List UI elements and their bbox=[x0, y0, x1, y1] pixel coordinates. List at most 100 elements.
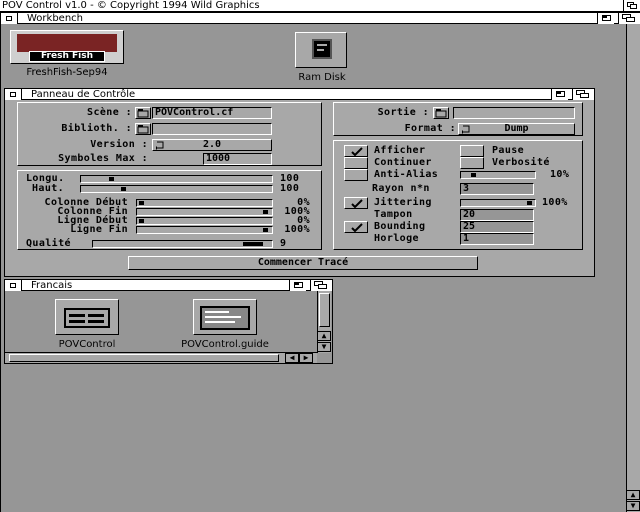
jittering-checkbox[interactable] bbox=[344, 197, 368, 209]
cycle-icon bbox=[462, 125, 470, 134]
panel-title-bar[interactable]: Panneau de Contrôle bbox=[4, 88, 595, 100]
panel-depth-gadget[interactable] bbox=[572, 89, 594, 100]
scroll-down-arrow-icon[interactable]: ▼ bbox=[317, 342, 331, 352]
workbench-close-gadget[interactable] bbox=[1, 13, 18, 24]
colonne-debut-slider[interactable] bbox=[136, 199, 273, 207]
sortie-file-button[interactable] bbox=[433, 107, 449, 119]
scroll-down-arrow-icon[interactable]: ▼ bbox=[626, 501, 640, 511]
app-window-icon bbox=[64, 308, 110, 328]
sliders-group: Longu. 100 Haut. 100 Colonne Début 0% Co… bbox=[17, 170, 322, 250]
qualite-label: Qualité bbox=[26, 238, 71, 249]
panel-zoom-gadget[interactable] bbox=[551, 89, 568, 100]
biblio-file-button[interactable] bbox=[135, 123, 151, 135]
workbench-zoom-gadget[interactable] bbox=[597, 13, 614, 24]
format-label: Format : bbox=[404, 123, 456, 134]
start-trace-button[interactable]: Commencer Tracé bbox=[128, 256, 478, 270]
biblio-label: Biblioth. : bbox=[61, 123, 132, 134]
scene-label: Scène : bbox=[87, 107, 132, 118]
scroll-up-arrow-icon[interactable]: ▲ bbox=[626, 490, 640, 500]
jittering-slider[interactable] bbox=[460, 199, 536, 207]
francais-title-bar[interactable]: Francais bbox=[4, 279, 333, 291]
scene-file-button[interactable] bbox=[135, 107, 151, 119]
workbench-depth-gadget[interactable] bbox=[618, 13, 640, 24]
francais-close-gadget[interactable] bbox=[5, 280, 22, 291]
files-group: Scène : POVControl.cf Biblioth. : Versio… bbox=[17, 102, 322, 166]
francais-zoom-gadget[interactable] bbox=[289, 280, 306, 291]
verbosite-label: Verbosité bbox=[492, 157, 550, 168]
povcontrol-guide-icon[interactable]: POVControl.guide bbox=[177, 299, 273, 350]
fish-graphic-icon bbox=[17, 34, 117, 52]
qualite-value: 9 bbox=[280, 238, 287, 249]
tampon-field[interactable]: 20 bbox=[460, 209, 534, 221]
tampon-label: Tampon bbox=[374, 209, 413, 220]
freshfish-label: FreshFish-Sep94 bbox=[26, 67, 108, 78]
folder-icon bbox=[435, 109, 447, 118]
scroll-left-arrow-icon[interactable]: ◀ bbox=[285, 353, 299, 363]
continuer-label: Continuer bbox=[374, 157, 432, 168]
guide-document-icon bbox=[200, 306, 250, 330]
qualite-slider[interactable] bbox=[92, 240, 273, 248]
sortie-label: Sortie : bbox=[377, 107, 429, 118]
scroll-up-arrow-icon[interactable]: ▲ bbox=[317, 331, 331, 341]
ram-disk-icon[interactable]: Ram Disk bbox=[290, 32, 356, 83]
ligne-fin-slider[interactable] bbox=[136, 226, 273, 234]
panel-title: Panneau de Contrôle bbox=[31, 89, 136, 100]
cycle-icon bbox=[156, 141, 164, 150]
colonne-fin-slider[interactable] bbox=[136, 208, 273, 216]
continuer-checkbox[interactable] bbox=[344, 157, 368, 169]
jittering-value: 100% bbox=[542, 197, 568, 208]
jittering-label: Jittering bbox=[374, 197, 432, 208]
panel-body: Scène : POVControl.cf Biblioth. : Versio… bbox=[4, 100, 595, 277]
version-value: 2.0 bbox=[202, 139, 222, 150]
haut-value: 100 bbox=[280, 183, 300, 194]
povcontrol-label: POVControl bbox=[58, 339, 116, 350]
horloge-field[interactable]: 1 bbox=[460, 233, 534, 245]
francais-hscroll-knob[interactable] bbox=[9, 354, 279, 362]
biblio-field[interactable] bbox=[152, 123, 272, 135]
pause-checkbox[interactable] bbox=[460, 145, 484, 157]
output-group: Sortie : Format : Dump bbox=[333, 102, 583, 136]
options-group: Afficher Pause Continuer Verbosité Anti-… bbox=[333, 140, 583, 250]
francais-horizontal-scrollbar[interactable]: ◀ ▶ bbox=[5, 352, 317, 363]
format-value: Dump bbox=[504, 123, 529, 134]
francais-depth-gadget[interactable] bbox=[310, 280, 332, 291]
pause-label: Pause bbox=[492, 145, 525, 156]
afficher-label: Afficher bbox=[374, 145, 426, 156]
screen-depth-gadget[interactable] bbox=[623, 0, 640, 11]
afficher-checkbox[interactable] bbox=[344, 145, 368, 157]
francais-body: POVControl POVControl.guide ▲ ▼ ◀ ▶ bbox=[4, 291, 333, 364]
bounding-checkbox[interactable] bbox=[344, 221, 368, 233]
haut-slider[interactable] bbox=[80, 185, 273, 193]
francais-vertical-scrollbar[interactable]: ▲ ▼ bbox=[317, 291, 331, 353]
workbench-title-bar[interactable]: Workbench bbox=[0, 12, 640, 24]
bounding-field[interactable]: 25 bbox=[460, 221, 534, 233]
verbosite-checkbox[interactable] bbox=[460, 157, 484, 169]
symboles-field[interactable]: 1000 bbox=[203, 153, 272, 165]
scroll-right-arrow-icon[interactable]: ▶ bbox=[299, 353, 313, 363]
ram-chip-icon bbox=[312, 39, 332, 59]
freshfish-disk-icon[interactable]: Fresh Fish FreshFish-Sep94 bbox=[10, 30, 126, 78]
panel-close-gadget[interactable] bbox=[5, 89, 22, 100]
rayon-label: Rayon n*n bbox=[372, 183, 430, 194]
haut-label: Haut. bbox=[32, 183, 65, 194]
sortie-field[interactable] bbox=[453, 107, 575, 119]
folder-icon bbox=[137, 125, 149, 134]
horloge-label: Horloge bbox=[374, 233, 419, 244]
antialias-checkbox[interactable] bbox=[344, 169, 368, 181]
longu-slider[interactable] bbox=[80, 175, 273, 183]
checkmark-icon bbox=[351, 199, 363, 209]
rayon-field[interactable]: 3 bbox=[460, 183, 534, 195]
workbench-vertical-scrollbar[interactable]: ▲ ▼ bbox=[626, 24, 640, 512]
povcontrol-tool-icon[interactable]: POVControl bbox=[45, 299, 129, 350]
scene-field[interactable]: POVControl.cf bbox=[152, 107, 272, 119]
version-cycle-button[interactable]: 2.0 bbox=[152, 139, 272, 151]
screen-title-bar[interactable]: POV Control v1.0 - © Copyright 1994 Wild… bbox=[0, 0, 640, 12]
symboles-label: Symboles Max : bbox=[58, 153, 148, 164]
ligne-debut-slider[interactable] bbox=[136, 217, 273, 225]
antialias-slider[interactable] bbox=[460, 171, 536, 179]
francais-title: Francais bbox=[31, 280, 73, 291]
format-cycle-button[interactable]: Dump bbox=[458, 123, 575, 135]
francais-scroll-knob[interactable] bbox=[319, 293, 330, 327]
screen-title: POV Control v1.0 - © Copyright 1994 Wild… bbox=[2, 0, 260, 11]
checkmark-icon bbox=[351, 223, 363, 233]
